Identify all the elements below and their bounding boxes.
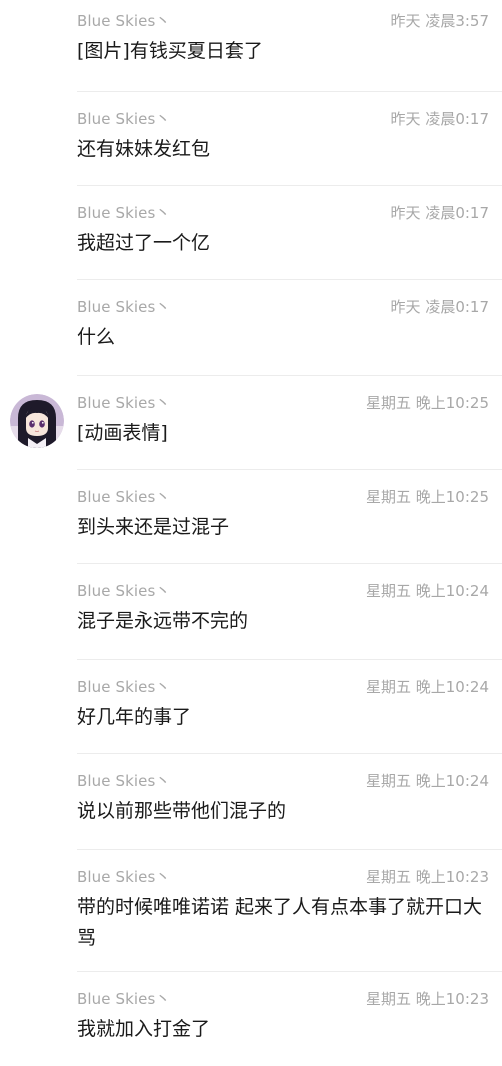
message-text: [图片]有钱买夏日套了 <box>77 40 263 62</box>
message-text: 什么 <box>77 326 116 348</box>
message-row[interactable]: Blue Skies丶 昨天 凌晨0:17 我超过了一个亿 <box>0 186 502 280</box>
message-text: 到头来还是过混子 <box>77 516 230 538</box>
message-time: 星期五 晚上10:24 <box>366 582 489 600</box>
sender-name: Blue Skies丶 <box>77 488 171 506</box>
message-text: 好几年的事了 <box>77 706 192 728</box>
message-row[interactable]: Blue Skies丶 星期五 晚上10:24 好几年的事了 <box>0 660 502 754</box>
sender-name: Blue Skies丶 <box>77 298 171 316</box>
anime-girl-avatar-icon <box>10 394 64 448</box>
message-time: 昨天 凌晨0:17 <box>390 110 489 128</box>
message-time: 星期五 晚上10:24 <box>366 772 489 790</box>
message-text: 还有妹妹发红包 <box>77 138 211 160</box>
sender-name: Blue Skies丶 <box>77 868 171 886</box>
message-text: 我就加入打金了 <box>77 1018 211 1040</box>
avatar[interactable] <box>10 394 64 448</box>
sender-name: Blue Skies丶 <box>77 394 171 412</box>
message-time: 星期五 晚上10:23 <box>366 868 489 886</box>
message-text: 说以前那些带他们混子的 <box>77 800 287 822</box>
sender-name: Blue Skies丶 <box>77 204 171 222</box>
message-row[interactable]: Blue Skies丶 昨天 凌晨0:17 还有妹妹发红包 <box>0 92 502 186</box>
message-row[interactable]: Blue Skies丶 昨天 凌晨0:17 什么 <box>0 280 502 376</box>
message-time: 星期五 晚上10:25 <box>366 488 489 506</box>
message-row[interactable]: Blue Skies丶 星期五 晚上10:25 [动画表情] <box>0 376 502 470</box>
sender-name: Blue Skies丶 <box>77 990 171 1008</box>
message-time: 星期五 晚上10:25 <box>366 394 489 412</box>
sender-name: Blue Skies丶 <box>77 772 171 790</box>
message-row[interactable]: Blue Skies丶 星期五 晚上10:24 说以前那些带他们混子的 <box>0 754 502 850</box>
message-text: 混子是永远带不完的 <box>77 610 249 632</box>
sender-name: Blue Skies丶 <box>77 582 171 600</box>
message-row[interactable]: Blue Skies丶 星期五 晚上10:23 带的时候唯唯诺诺 起来了人有点本… <box>0 850 502 972</box>
message-row[interactable]: Blue Skies丶 星期五 晚上10:23 我就加入打金了 <box>0 972 502 1066</box>
message-time: 昨天 凌晨0:17 <box>390 204 489 222</box>
sender-name: Blue Skies丶 <box>77 110 171 128</box>
message-row[interactable]: Blue Skies丶 星期五 晚上10:24 混子是永远带不完的 <box>0 564 502 660</box>
message-time: 昨天 凌晨3:57 <box>390 12 489 30</box>
message-row[interactable]: Blue Skies丶 昨天 凌晨3:57 [图片]有钱买夏日套了 <box>0 0 502 92</box>
message-text: 带的时候唯唯诺诺 起来了人有点本事了就开口大骂 <box>77 896 483 949</box>
sender-name: Blue Skies丶 <box>77 12 171 30</box>
message-time: 星期五 晚上10:23 <box>366 990 489 1008</box>
message-time: 星期五 晚上10:24 <box>366 678 489 696</box>
message-text: [动画表情] <box>77 422 168 444</box>
message-text: 我超过了一个亿 <box>77 232 211 254</box>
sender-name: Blue Skies丶 <box>77 678 171 696</box>
message-row[interactable]: Blue Skies丶 星期五 晚上10:25 到头来还是过混子 <box>0 470 502 564</box>
message-time: 昨天 凌晨0:17 <box>390 298 489 316</box>
